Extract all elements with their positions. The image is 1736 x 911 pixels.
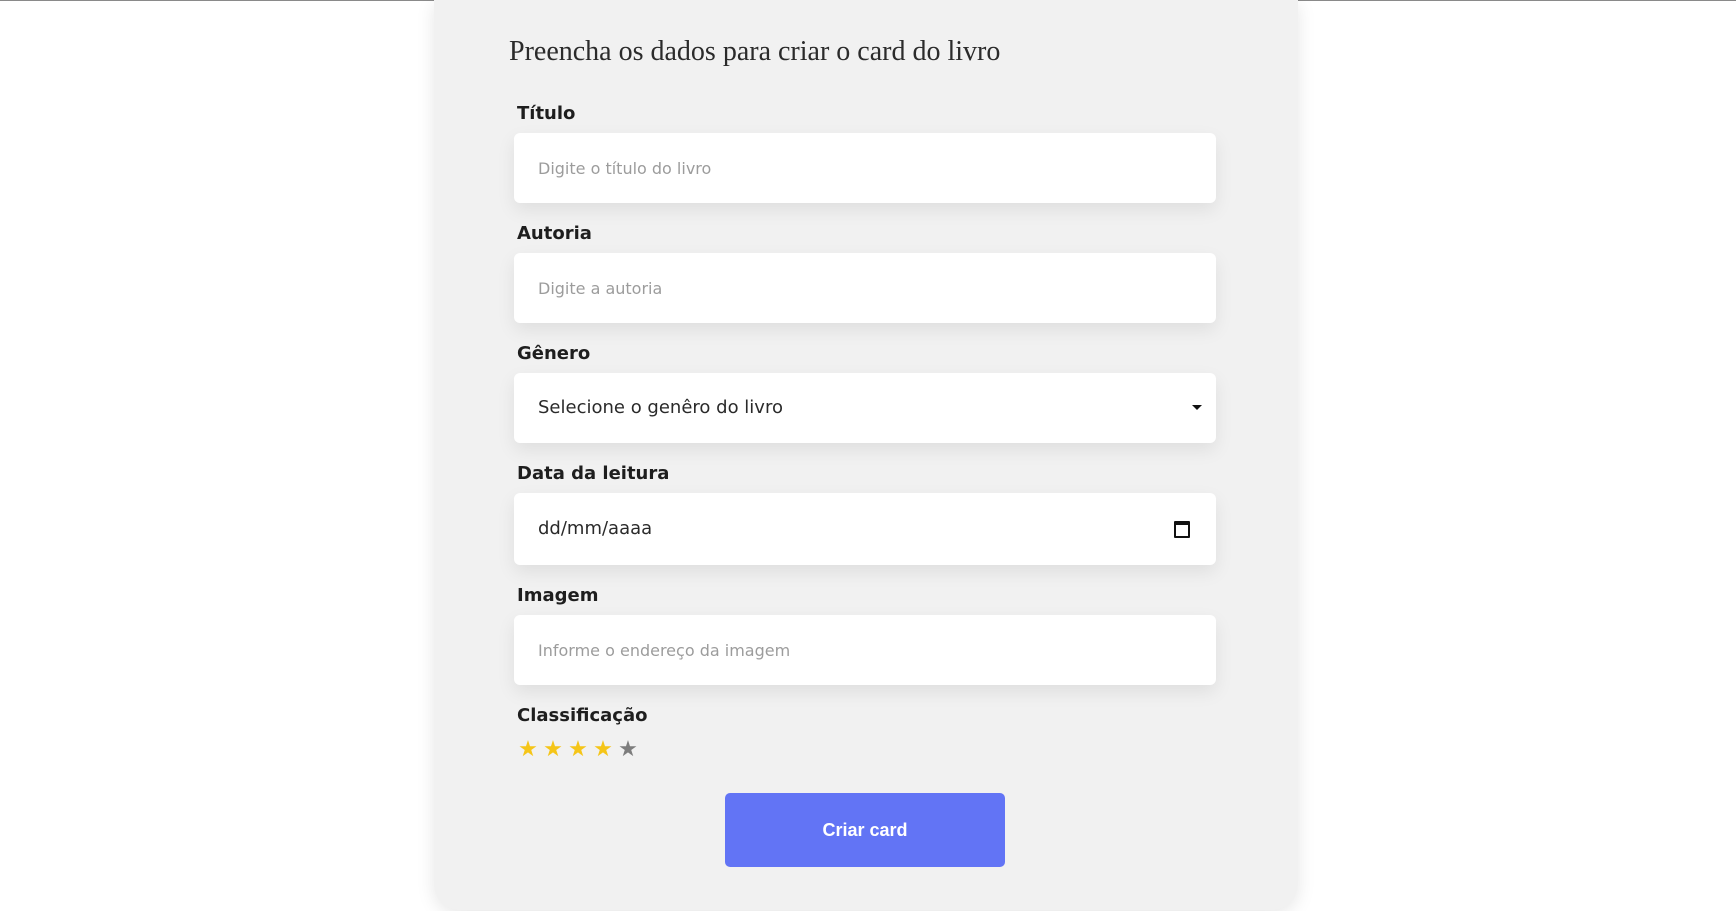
calendar-icon[interactable]	[1174, 521, 1190, 538]
star-icon[interactable]: ★	[541, 738, 565, 760]
genero-select[interactable]: Selecione o genêro do livro	[514, 373, 1216, 443]
data-leitura-label: Data da leitura	[517, 463, 670, 484]
star-icon[interactable]: ★	[566, 738, 590, 760]
titulo-input[interactable]	[514, 133, 1216, 203]
imagem-label: Imagem	[517, 585, 599, 606]
titulo-label: Título	[517, 103, 576, 124]
autoria-label: Autoria	[517, 223, 592, 244]
star-icon[interactable]: ★	[591, 738, 615, 760]
imagem-field-wrapper	[514, 615, 1216, 685]
genero-selected-value: Selecione o genêro do livro	[538, 397, 783, 418]
titulo-field-wrapper	[514, 133, 1216, 203]
data-leitura-input[interactable]: dd/mm/aaaa	[514, 493, 1216, 565]
star-icon[interactable]: ★	[616, 738, 640, 760]
star-icon[interactable]: ★	[516, 738, 540, 760]
autoria-field-wrapper	[514, 253, 1216, 323]
rating-stars: ★ ★ ★ ★ ★	[516, 738, 640, 760]
chevron-down-icon	[1192, 405, 1202, 410]
imagem-input[interactable]	[514, 615, 1216, 685]
classificacao-label: Classificação	[517, 705, 648, 726]
genero-label: Gênero	[517, 343, 591, 364]
data-leitura-value: dd/mm/aaaa	[538, 518, 653, 539]
form-title: Preencha os dados para criar o card do l…	[509, 36, 1001, 67]
criar-card-button[interactable]: Criar card	[725, 793, 1005, 867]
book-form-panel: Preencha os dados para criar o card do l…	[434, 0, 1298, 910]
autoria-input[interactable]	[514, 253, 1216, 323]
